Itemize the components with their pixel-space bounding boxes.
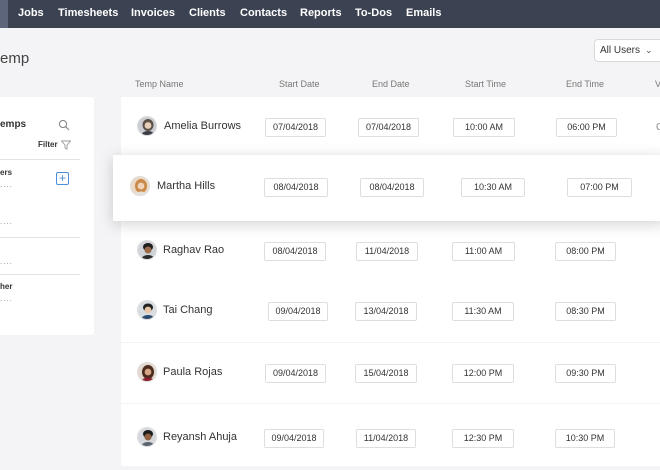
start-time-field[interactable]: 12:30 PM — [452, 429, 514, 448]
temp-name[interactable]: Martha Hills — [157, 180, 215, 192]
start-date-field[interactable]: 07/04/2018 — [265, 118, 326, 137]
all-users-label: All Users — [600, 45, 641, 56]
funnel-icon[interactable] — [61, 140, 71, 150]
group-summary: .... — [0, 217, 13, 226]
temp-name[interactable]: Raghav Rao — [163, 244, 224, 256]
column-header-temp-name[interactable]: Temp Name — [135, 79, 184, 89]
column-header-start-time[interactable]: Start Time — [465, 79, 506, 89]
avatar — [137, 116, 157, 136]
start-date-field[interactable]: 09/04/2018 — [264, 429, 324, 448]
top-navigation-bar: Jobs Timesheets Invoices Clients Contact… — [0, 0, 660, 28]
temp-name[interactable]: Reyansh Ahuja — [163, 431, 237, 443]
panel-divider — [0, 274, 80, 275]
table-row[interactable]: Reyansh Ahuja 09/04/2018 11/04/2018 12:3… — [121, 404, 660, 466]
end-date-field[interactable]: 15/04/2018 — [355, 364, 417, 383]
start-time-field[interactable]: 10:00 AM — [453, 118, 515, 137]
search-icon[interactable] — [58, 119, 70, 131]
next-column-partial: C — [656, 122, 660, 133]
filter-label[interactable]: Filter — [38, 140, 58, 149]
avatar — [130, 176, 150, 196]
avatar — [137, 362, 157, 382]
temp-name[interactable]: Tai Chang — [163, 304, 213, 316]
table-row[interactable]: Amelia Burrows 07/04/2018 07/04/2018 10:… — [121, 97, 660, 155]
group-summary: .... — [0, 294, 13, 303]
end-date-field[interactable]: 11/04/2018 — [356, 242, 418, 261]
end-date-field[interactable]: 13/04/2018 — [355, 302, 417, 321]
group-summary: .... — [0, 257, 13, 266]
end-time-field[interactable]: 10:30 PM — [555, 429, 615, 448]
end-time-field[interactable]: 06:00 PM — [556, 118, 617, 137]
table-row-selected[interactable]: Martha Hills 08/04/2018 08/04/2018 10:30… — [113, 155, 660, 221]
end-date-field[interactable]: 07/04/2018 — [358, 118, 419, 137]
start-date-field[interactable]: 09/04/2018 — [265, 364, 326, 383]
nav-item-reports[interactable]: Reports — [300, 0, 342, 28]
end-time-field[interactable]: 07:00 PM — [567, 178, 632, 197]
start-date-field[interactable]: 08/04/2018 — [264, 242, 326, 261]
end-date-field[interactable]: 08/04/2018 — [360, 178, 424, 197]
end-date-field[interactable]: 11/04/2018 — [356, 429, 416, 448]
table-row[interactable]: Tai Chang 09/04/2018 13/04/2018 11:30 AM… — [121, 281, 660, 342]
end-time-field[interactable]: 08:30 PM — [555, 302, 616, 321]
nav-item-clients[interactable]: Clients — [189, 0, 226, 28]
nav-item-jobs[interactable]: Jobs — [18, 0, 44, 28]
column-header-partial: V — [655, 79, 660, 89]
column-header-start-date[interactable]: Start Date — [279, 79, 320, 89]
end-time-field[interactable]: 09:30 PM — [555, 364, 616, 383]
avatar — [137, 240, 157, 260]
column-header-end-date[interactable]: End Date — [372, 79, 410, 89]
table-row[interactable]: Paula Rojas 09/04/2018 15/04/2018 12:00 … — [121, 343, 660, 403]
all-users-dropdown[interactable]: All Users ⌄ — [594, 39, 660, 62]
nav-item-emails[interactable]: Emails — [406, 0, 441, 28]
panel-divider — [0, 159, 80, 160]
nav-item-invoices[interactable]: Invoices — [131, 0, 175, 28]
column-header-end-time[interactable]: End Time — [566, 79, 604, 89]
add-group-button[interactable]: + — [56, 172, 69, 185]
nav-item-todos[interactable]: To-Dos — [355, 0, 392, 28]
start-date-field[interactable]: 09/04/2018 — [268, 302, 328, 321]
chevron-down-icon: ⌄ — [645, 45, 653, 55]
panel-divider — [0, 237, 80, 238]
nav-active-tab[interactable] — [0, 0, 8, 28]
start-time-field[interactable]: 11:30 AM — [452, 302, 514, 321]
group-label-other[interactable]: her — [0, 282, 12, 291]
table-row[interactable]: Raghav Rao 08/04/2018 11/04/2018 11:00 A… — [121, 221, 660, 281]
group-label-workers[interactable]: ers — [0, 168, 12, 177]
avatar — [137, 300, 157, 320]
temps-sidebar-panel: emps Filter ers .... + .... .... her ...… — [0, 97, 94, 335]
group-summary: .... — [0, 180, 13, 189]
start-time-field[interactable]: 11:00 AM — [452, 242, 515, 261]
page-title: emp — [0, 50, 30, 67]
temps-panel-heading: emps — [0, 119, 27, 130]
temp-name[interactable]: Amelia Burrows — [164, 120, 241, 132]
start-time-field[interactable]: 10:30 AM — [461, 178, 525, 197]
temp-name[interactable]: Paula Rojas — [163, 366, 222, 378]
nav-item-contacts[interactable]: Contacts — [240, 0, 287, 28]
start-time-field[interactable]: 12:00 PM — [452, 364, 514, 383]
end-time-field[interactable]: 08:00 PM — [555, 242, 616, 261]
nav-item-timesheets[interactable]: Timesheets — [58, 0, 118, 28]
start-date-field[interactable]: 08/04/2018 — [264, 178, 328, 197]
avatar — [137, 427, 157, 447]
